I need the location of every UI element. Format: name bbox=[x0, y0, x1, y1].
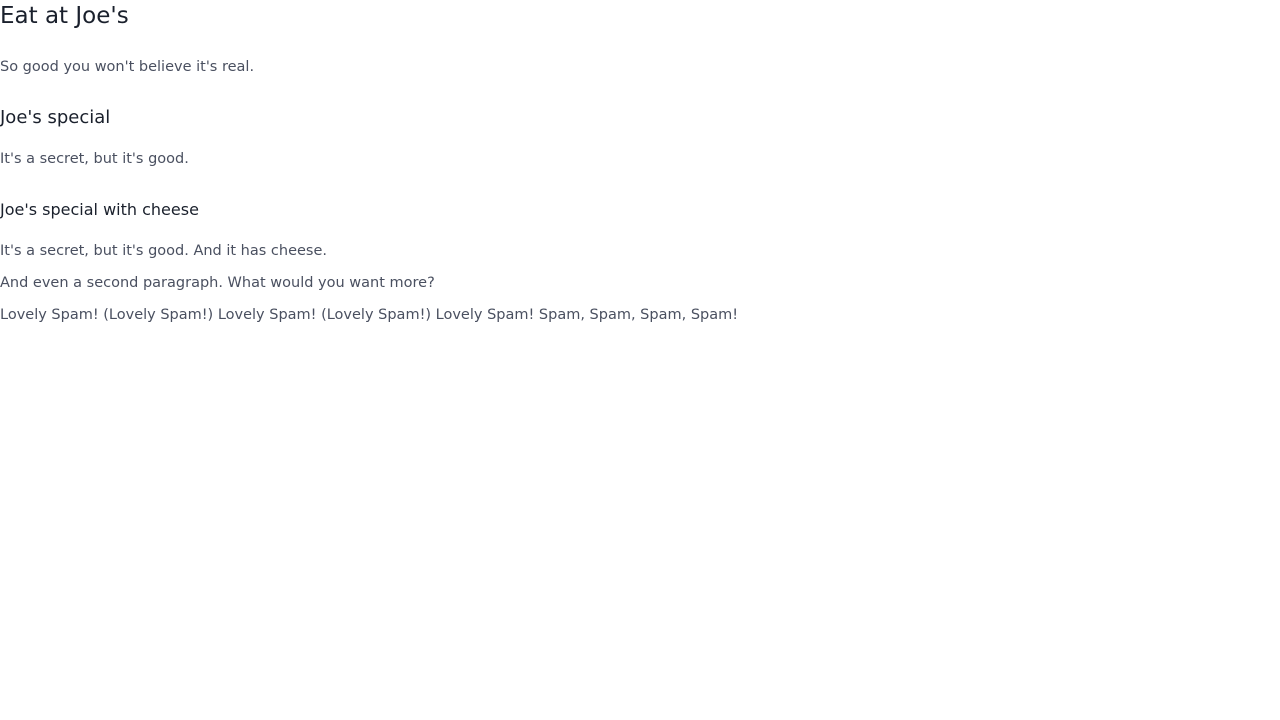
section-heading-joes-special: Joe's special bbox=[0, 107, 111, 128]
section-heading-joes-special-with-cheese: Joe's special with cheese bbox=[0, 200, 199, 219]
section-paragraph: It's a secret, but it's good. And it has… bbox=[0, 243, 328, 259]
section-paragraph: And even a second paragraph. What would … bbox=[0, 275, 435, 291]
page-title: Eat at Joe's bbox=[0, 3, 129, 29]
tagline: So good you won't believe it's real. bbox=[0, 59, 255, 75]
section-paragraph: It's a secret, but it's good. bbox=[0, 151, 189, 167]
section-paragraph: Lovely Spam! (Lovely Spam!) Lovely Spam!… bbox=[0, 307, 739, 323]
